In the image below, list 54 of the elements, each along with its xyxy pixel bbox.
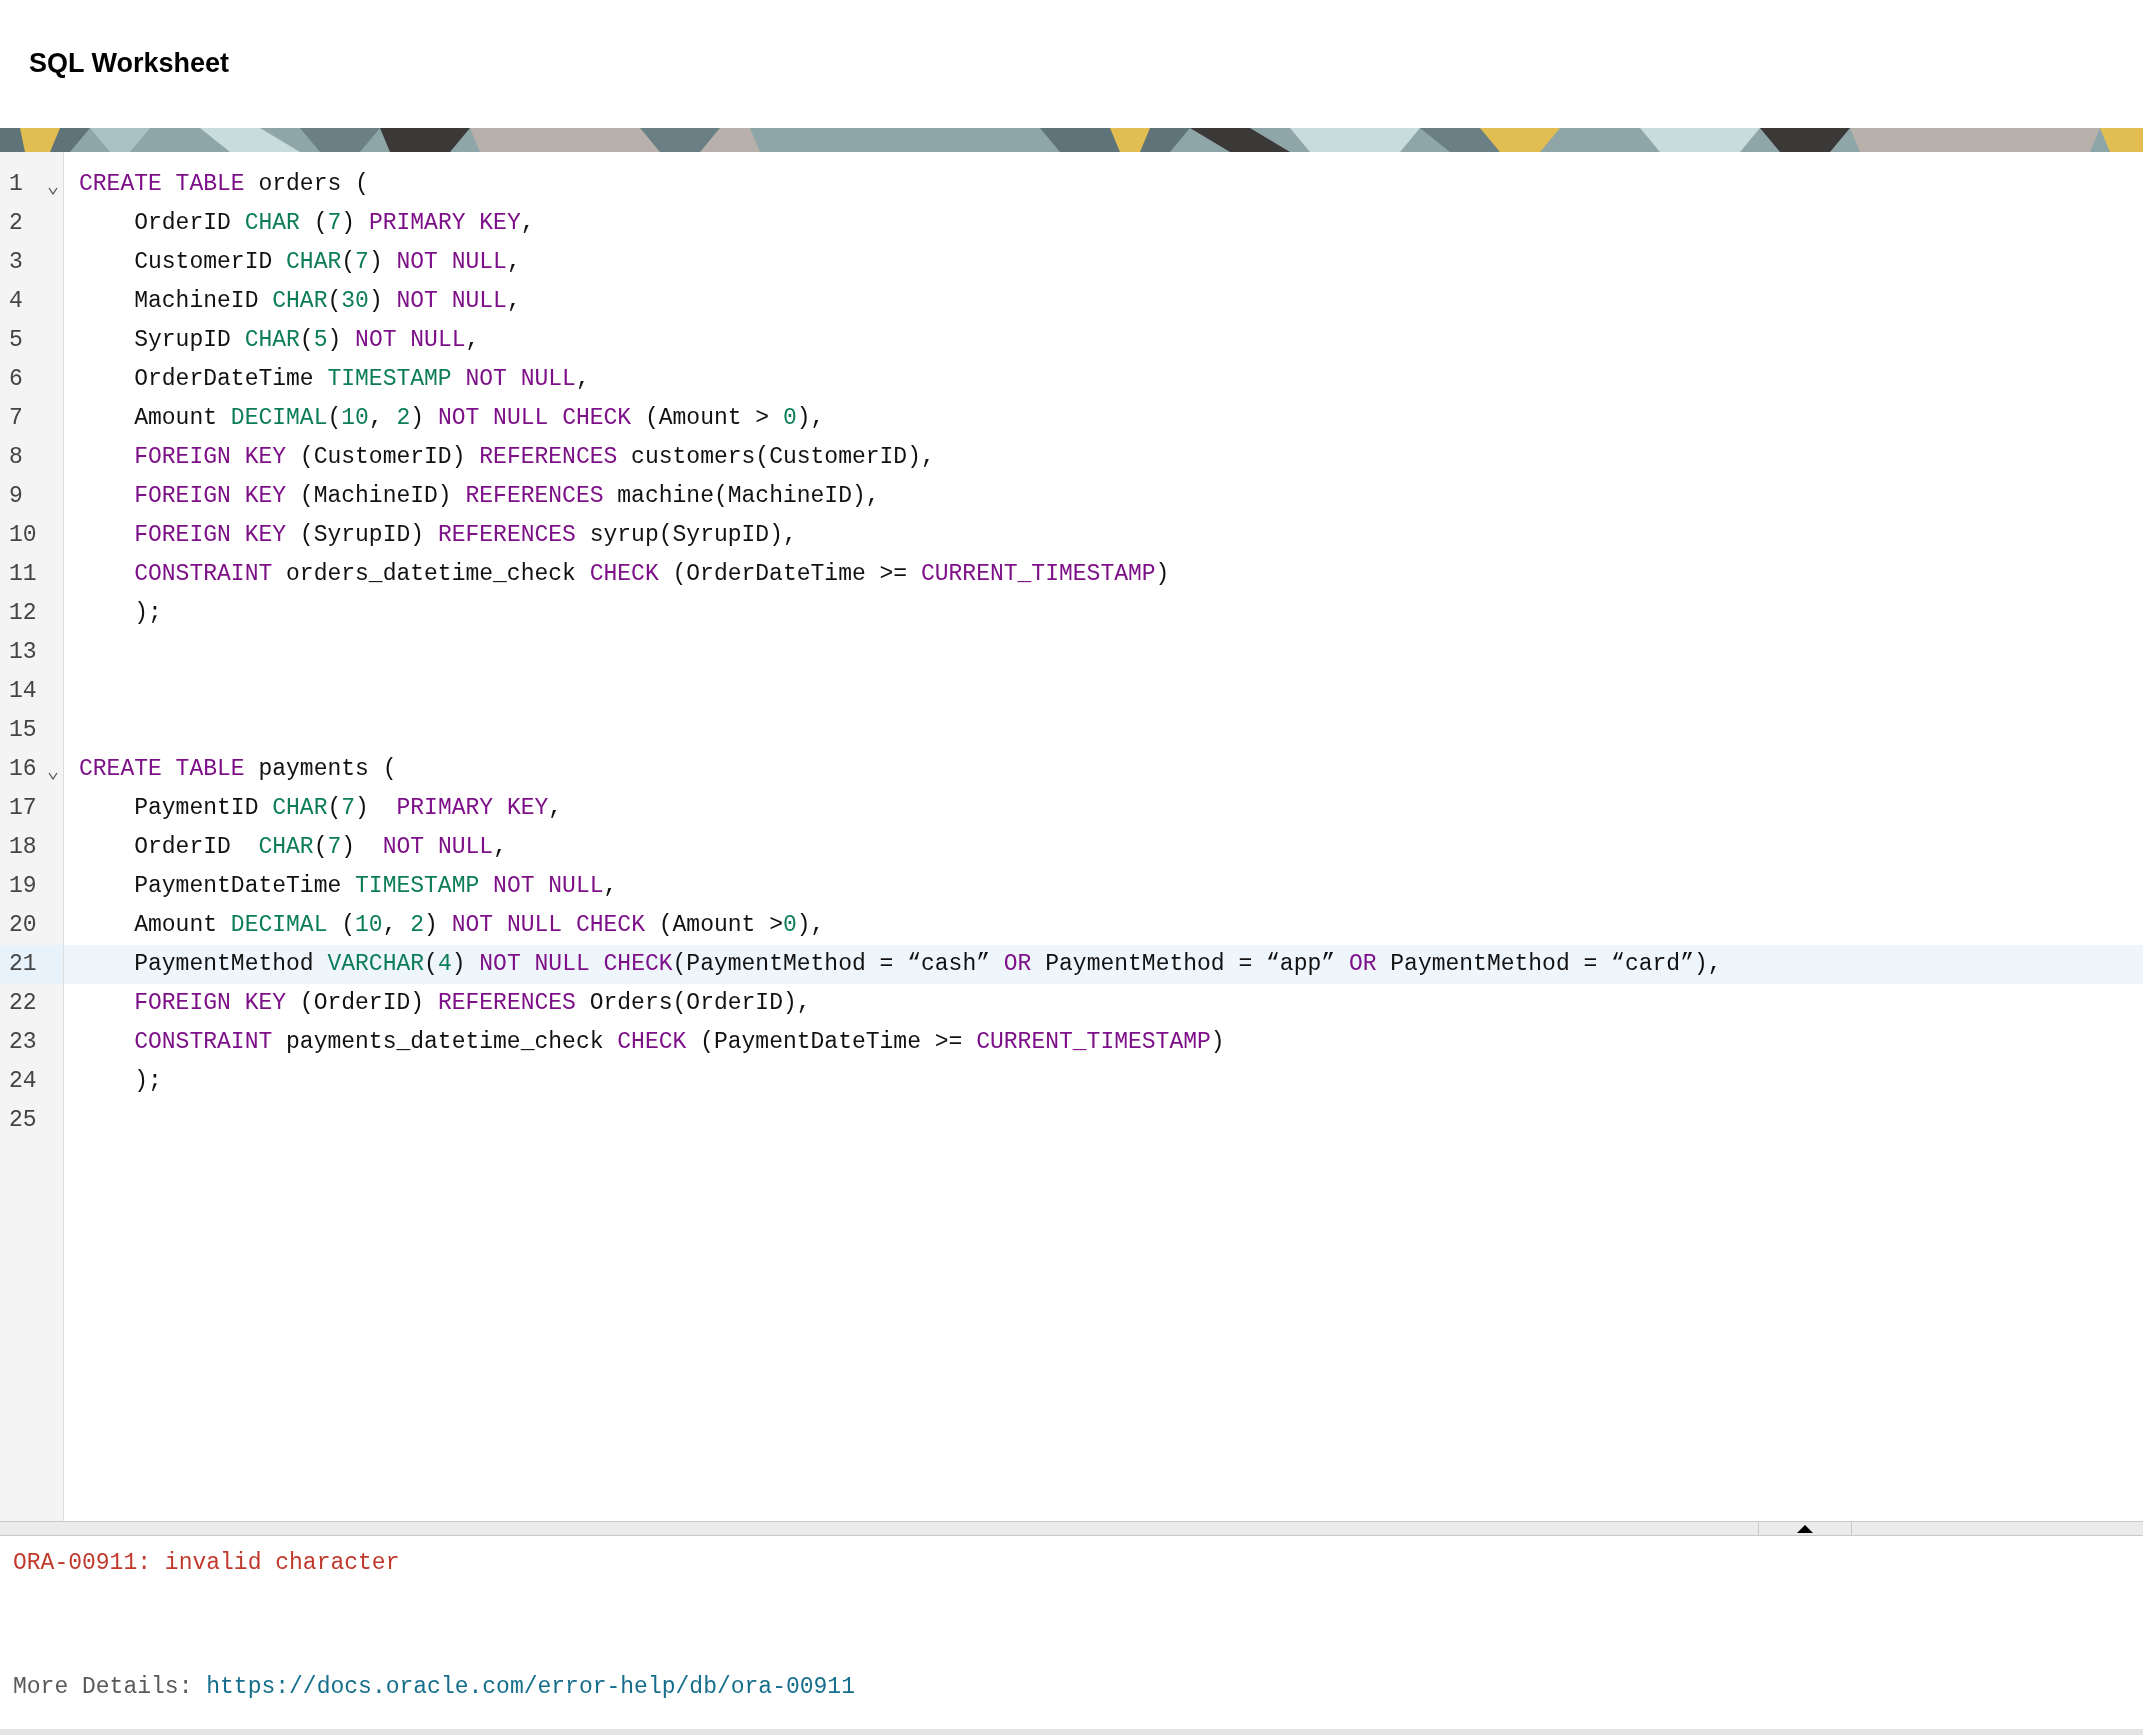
- code-line: PaymentID CHAR(7) PRIMARY KEY,: [133, 794, 563, 824]
- line-number: 2: [9, 209, 23, 239]
- line-number: 3: [9, 248, 23, 278]
- details-text: More Details: https://docs.oracle.com/error-help/db/ora-00911: [13, 1672, 855, 1702]
- code-line: OrderID CHAR (7) PRIMARY KEY,: [133, 209, 535, 239]
- code-line: CONSTRAINT orders_datetime_check CHECK (OrderDateTime >= CURRENT_TIMESTAMP): [133, 560, 1170, 590]
- code-line: FOREIGN KEY (MachineID) REFERENCES machine(MachineID),: [133, 482, 880, 512]
- code-line: OrderDateTime TIMESTAMP NOT NULL,: [133, 365, 590, 395]
- line-number: 20: [9, 911, 37, 941]
- code-line: SyrupID CHAR(5) NOT NULL,: [133, 326, 480, 356]
- collapse-button[interactable]: [1758, 1521, 1852, 1536]
- line-number: 23: [9, 1028, 37, 1058]
- line-number: 7: [9, 404, 23, 434]
- line-number: 8: [9, 443, 23, 473]
- line-number: 16: [9, 755, 37, 785]
- code-line: FOREIGN KEY (SyrupID) REFERENCES syrup(SyrupID),: [133, 521, 797, 551]
- line-number: 12: [9, 599, 37, 629]
- line-number: 17: [9, 794, 37, 824]
- page-title: SQL Worksheet: [29, 46, 230, 80]
- line-number: 5: [9, 326, 23, 356]
- line-number: 10: [9, 521, 37, 551]
- code-line: PaymentDateTime TIMESTAMP NOT NULL,: [133, 872, 618, 902]
- line-number: 11: [9, 560, 37, 590]
- line-number: 25: [9, 1106, 37, 1136]
- code-line: CREATE TABLE orders (: [79, 170, 369, 200]
- caret-up-icon: [1797, 1524, 1813, 1533]
- code-line: CustomerID CHAR(7) NOT NULL,: [133, 248, 521, 278]
- code-line: CONSTRAINT payments_datetime_check CHECK (PaymentDateTime >= CURRENT_TIMESTAMP): [133, 1028, 1225, 1058]
- line-number: 15: [9, 716, 37, 746]
- line-number: 1: [9, 170, 23, 200]
- code-line: Amount DECIMAL (10, 2) NOT NULL CHECK (Amount >0),: [133, 911, 825, 941]
- code-line: PaymentMethod VARCHAR(4) NOT NULL CHECK(PaymentMethod = “cash” OR PaymentMethod = “app” OR PaymentMethod = “card”),: [133, 950, 1722, 980]
- code-line: MachineID CHAR(30) NOT NULL,: [133, 287, 521, 317]
- fold-chevron-icon[interactable]: [48, 187, 58, 195]
- error-message: ORA-00911: invalid character: [13, 1549, 400, 1578]
- code-line: CREATE TABLE payments (: [79, 755, 397, 785]
- line-number: 22: [9, 989, 37, 1019]
- code-line: );: [133, 1067, 162, 1097]
- code-line: Amount DECIMAL(10, 2) NOT NULL CHECK (Amount > 0),: [133, 404, 825, 434]
- line-number: 18: [9, 833, 37, 863]
- line-number: 6: [9, 365, 23, 395]
- code-line: FOREIGN KEY (OrderID) REFERENCES Orders(OrderID),: [133, 989, 811, 1019]
- line-number: 9: [9, 482, 23, 512]
- code-line: FOREIGN KEY (CustomerID) REFERENCES customers(CustomerID),: [133, 443, 935, 473]
- code-line: );: [133, 599, 162, 629]
- details-link[interactable]: https://docs.oracle.com/error-help/db/ora-00911: [206, 1673, 855, 1700]
- line-number: 4: [9, 287, 23, 317]
- line-number: 21: [9, 950, 37, 980]
- code-line: OrderID CHAR(7) NOT NULL,: [133, 833, 507, 863]
- line-number: 13: [9, 638, 37, 668]
- line-number: 24: [9, 1067, 37, 1097]
- line-number: 19: [9, 872, 37, 902]
- fold-chevron-icon[interactable]: [48, 772, 58, 780]
- line-number: 14: [9, 677, 37, 707]
